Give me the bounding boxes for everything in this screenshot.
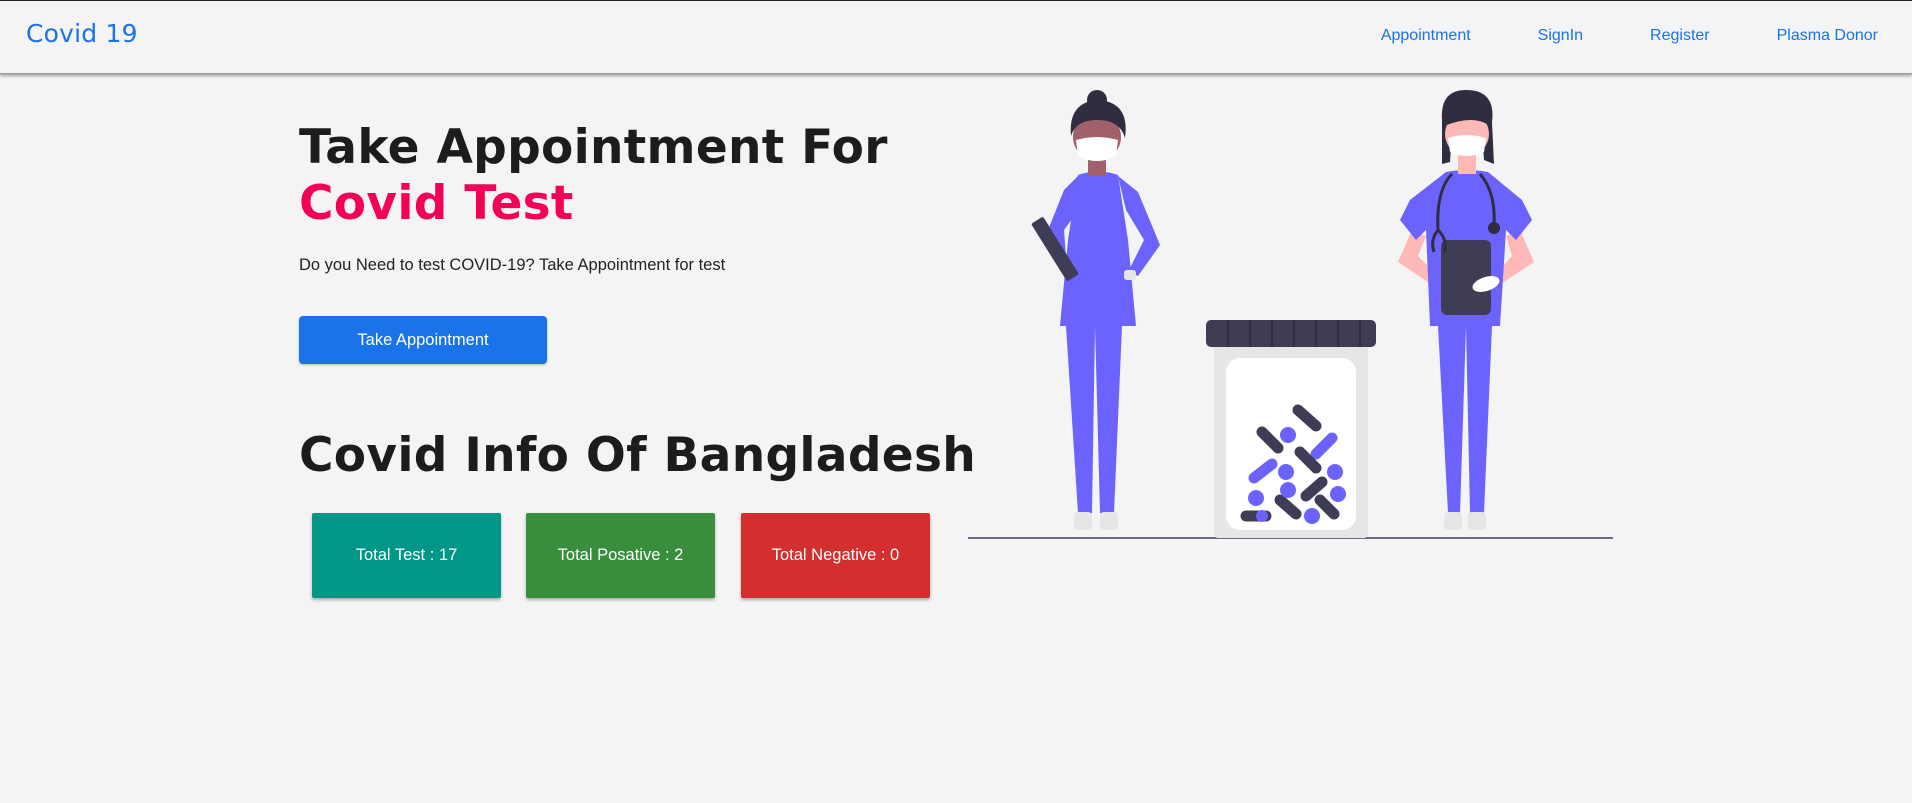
hero-title-accent: Covid Test: [299, 176, 574, 231]
navbar: Covid 19 Appointment SignIn Register Pla…: [0, 1, 1912, 74]
nav-link-signin[interactable]: SignIn: [1538, 27, 1583, 45]
total-positive-card: Total Posative : 2: [526, 513, 715, 598]
covid-info-title: Covid Info Of Bangladesh: [299, 428, 976, 483]
total-test-card: Total Test : 17: [312, 513, 501, 598]
doctors-illustration: [968, 90, 1613, 539]
hero-section: Take Appointment For Covid Test Do you N…: [299, 120, 939, 364]
total-negative-card: Total Negative : 0: [741, 513, 930, 598]
nav-link-appointment[interactable]: Appointment: [1381, 27, 1471, 45]
total-test-label: Total Test : 17: [355, 546, 458, 564]
total-negative-label: Total Negative : 0: [771, 546, 900, 564]
nav-link-plasma-donor[interactable]: Plasma Donor: [1777, 27, 1878, 45]
nav-link-register[interactable]: Register: [1650, 27, 1710, 45]
doctor-left: [1031, 90, 1160, 530]
hero-title-line1: Take Appointment For: [299, 120, 888, 175]
brand-logo[interactable]: Covid 19: [26, 19, 138, 48]
doctor-right: [1398, 90, 1534, 530]
hero-title: Take Appointment For Covid Test: [299, 120, 939, 232]
total-positive-label: Total Posative : 2: [557, 546, 684, 564]
nav-links: Appointment SignIn Register Plasma Donor: [1314, 27, 1878, 45]
pill-jar: [1206, 320, 1376, 538]
take-appointment-button[interactable]: Take Appointment: [299, 316, 547, 364]
hero-subtitle: Do you Need to test COVID-19? Take Appoi…: [299, 256, 726, 274]
